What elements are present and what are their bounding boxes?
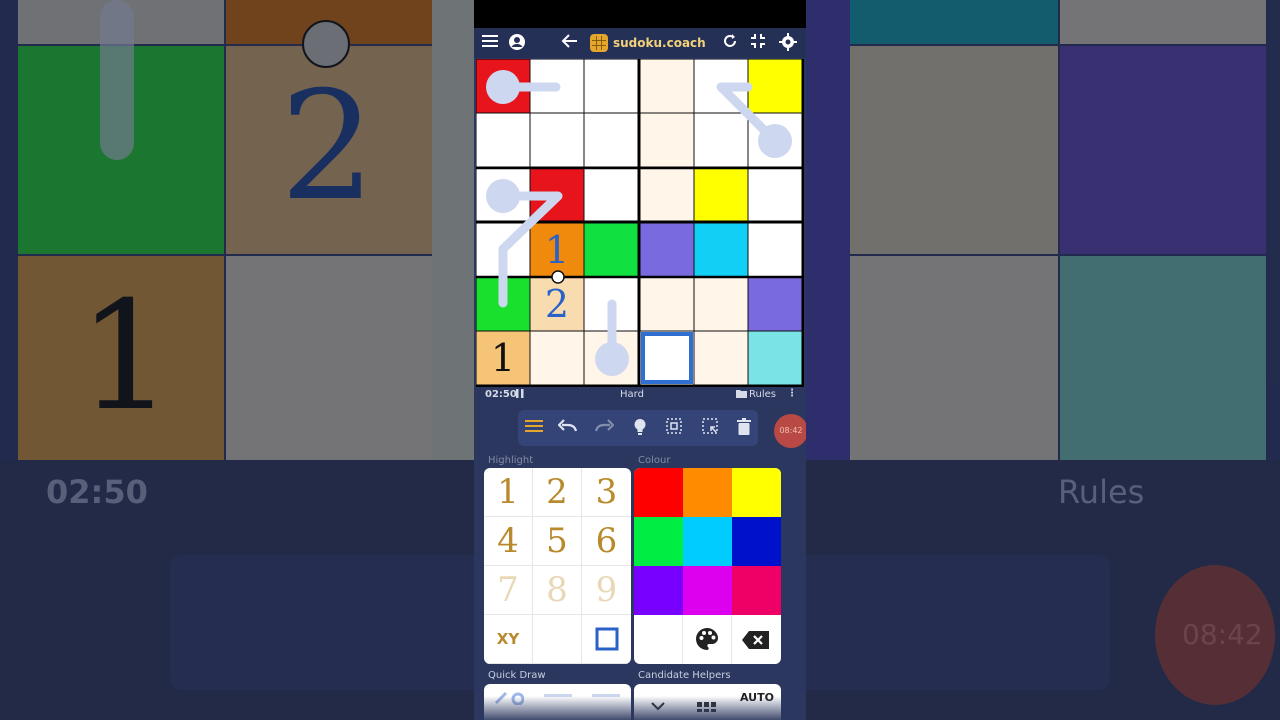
board-cell[interactable] [694, 277, 748, 331]
delete-icon[interactable] [734, 418, 754, 438]
colour-swatch[interactable] [732, 468, 781, 517]
colour-label: Colour [638, 455, 671, 466]
quick-draw-label: Quick Draw [488, 670, 546, 681]
difficulty-label: Hard [620, 389, 644, 400]
colour-swatch[interactable] [634, 517, 683, 566]
digit-key-7[interactable]: 7 [484, 566, 533, 615]
brand-name: sudoku.coach [613, 36, 706, 50]
xy-button[interactable]: XY [484, 615, 533, 664]
board-digit: 1 [544, 228, 570, 272]
board-cell[interactable] [748, 331, 802, 385]
backspace-icon[interactable] [732, 615, 781, 664]
board-cell[interactable] [748, 59, 802, 113]
status-bar [474, 0, 806, 28]
game-status: 02:50 Hard Rules ⋮ [474, 387, 806, 403]
colour-swatch[interactable] [732, 566, 781, 615]
candidate-helpers-label: Candidate Helpers [638, 670, 731, 681]
board-cell[interactable] [640, 277, 694, 331]
undo-icon[interactable] [557, 418, 578, 438]
colour-swatch[interactable] [634, 566, 683, 615]
refresh-icon[interactable] [720, 33, 740, 53]
board-cell[interactable] [640, 167, 694, 221]
pause-icon[interactable] [516, 389, 524, 401]
palette-icon[interactable] [683, 615, 732, 664]
rules-folder-icon[interactable] [736, 389, 747, 401]
colour-empty-button[interactable] [634, 615, 683, 664]
logo-icon [590, 34, 608, 52]
hint-icon[interactable] [630, 418, 650, 438]
board-cell[interactable] [694, 223, 748, 277]
redo-icon[interactable] [594, 418, 615, 438]
rules-button[interactable]: Rules [749, 389, 776, 400]
number-pad: XY 123456789 [484, 468, 631, 664]
digit-key-3[interactable]: 3 [582, 468, 631, 517]
digit-key-9[interactable]: 9 [582, 566, 631, 615]
board-cell[interactable] [584, 167, 638, 221]
board-cell[interactable] [694, 113, 748, 167]
cell-frame-button[interactable] [582, 615, 631, 664]
menu-lines-icon[interactable] [524, 418, 544, 438]
numpad-empty [533, 615, 582, 664]
digit-key-4[interactable]: 4 [484, 517, 533, 566]
board-cell[interactable] [530, 113, 584, 167]
colour-swatch[interactable] [634, 468, 683, 517]
board-cell[interactable] [640, 59, 694, 113]
digit-key-5[interactable]: 5 [533, 517, 582, 566]
board-cell[interactable] [748, 223, 802, 277]
board-cell[interactable] [640, 113, 694, 167]
deselect-icon[interactable] [700, 418, 720, 438]
board-cell[interactable] [584, 223, 638, 277]
nav-bar: sudoku.coach [474, 28, 806, 58]
board-cell[interactable] [748, 167, 802, 221]
phone-screen: sudoku.coach 121 02:50 Hard Rules ⋮ 08:4… [474, 0, 806, 720]
highlight-label: Highlight [488, 455, 534, 466]
colour-pad [634, 468, 781, 664]
game-timer: 02:50 [485, 389, 517, 400]
select-all-icon[interactable] [664, 418, 684, 438]
more-options-icon[interactable]: ⋮ [787, 388, 797, 399]
board-digit: 1 [490, 336, 516, 380]
colour-swatch[interactable] [683, 517, 732, 566]
colour-swatch[interactable] [683, 468, 732, 517]
board-cell[interactable] [640, 223, 694, 277]
action-toolbar [518, 410, 758, 446]
menu-icon[interactable] [480, 33, 500, 53]
bottom-fade [474, 696, 806, 720]
board-cell[interactable] [530, 331, 584, 385]
board-cell[interactable] [584, 113, 638, 167]
sudoku-board[interactable]: 121 [476, 59, 804, 387]
colour-swatch[interactable] [683, 566, 732, 615]
colour-swatch[interactable] [732, 517, 781, 566]
digit-key-8[interactable]: 8 [533, 566, 582, 615]
account-icon[interactable] [507, 33, 527, 53]
board-cell[interactable] [476, 113, 530, 167]
board-cell[interactable] [694, 331, 748, 385]
brand[interactable]: sudoku.coach [590, 33, 706, 53]
digit-key-1[interactable]: 1 [484, 468, 533, 517]
fullscreen-exit-icon[interactable] [748, 33, 768, 53]
digit-key-6[interactable]: 6 [582, 517, 631, 566]
settings-icon[interactable] [778, 33, 798, 53]
board-cell[interactable] [694, 167, 748, 221]
digit-key-2[interactable]: 2 [533, 468, 582, 517]
back-icon[interactable] [560, 33, 580, 53]
board-cell[interactable] [748, 277, 802, 331]
board-cell[interactable] [584, 59, 638, 113]
selected-cell [641, 332, 693, 384]
board-digit: 2 [544, 282, 570, 326]
overlay-timer: 08:42 [774, 414, 806, 448]
